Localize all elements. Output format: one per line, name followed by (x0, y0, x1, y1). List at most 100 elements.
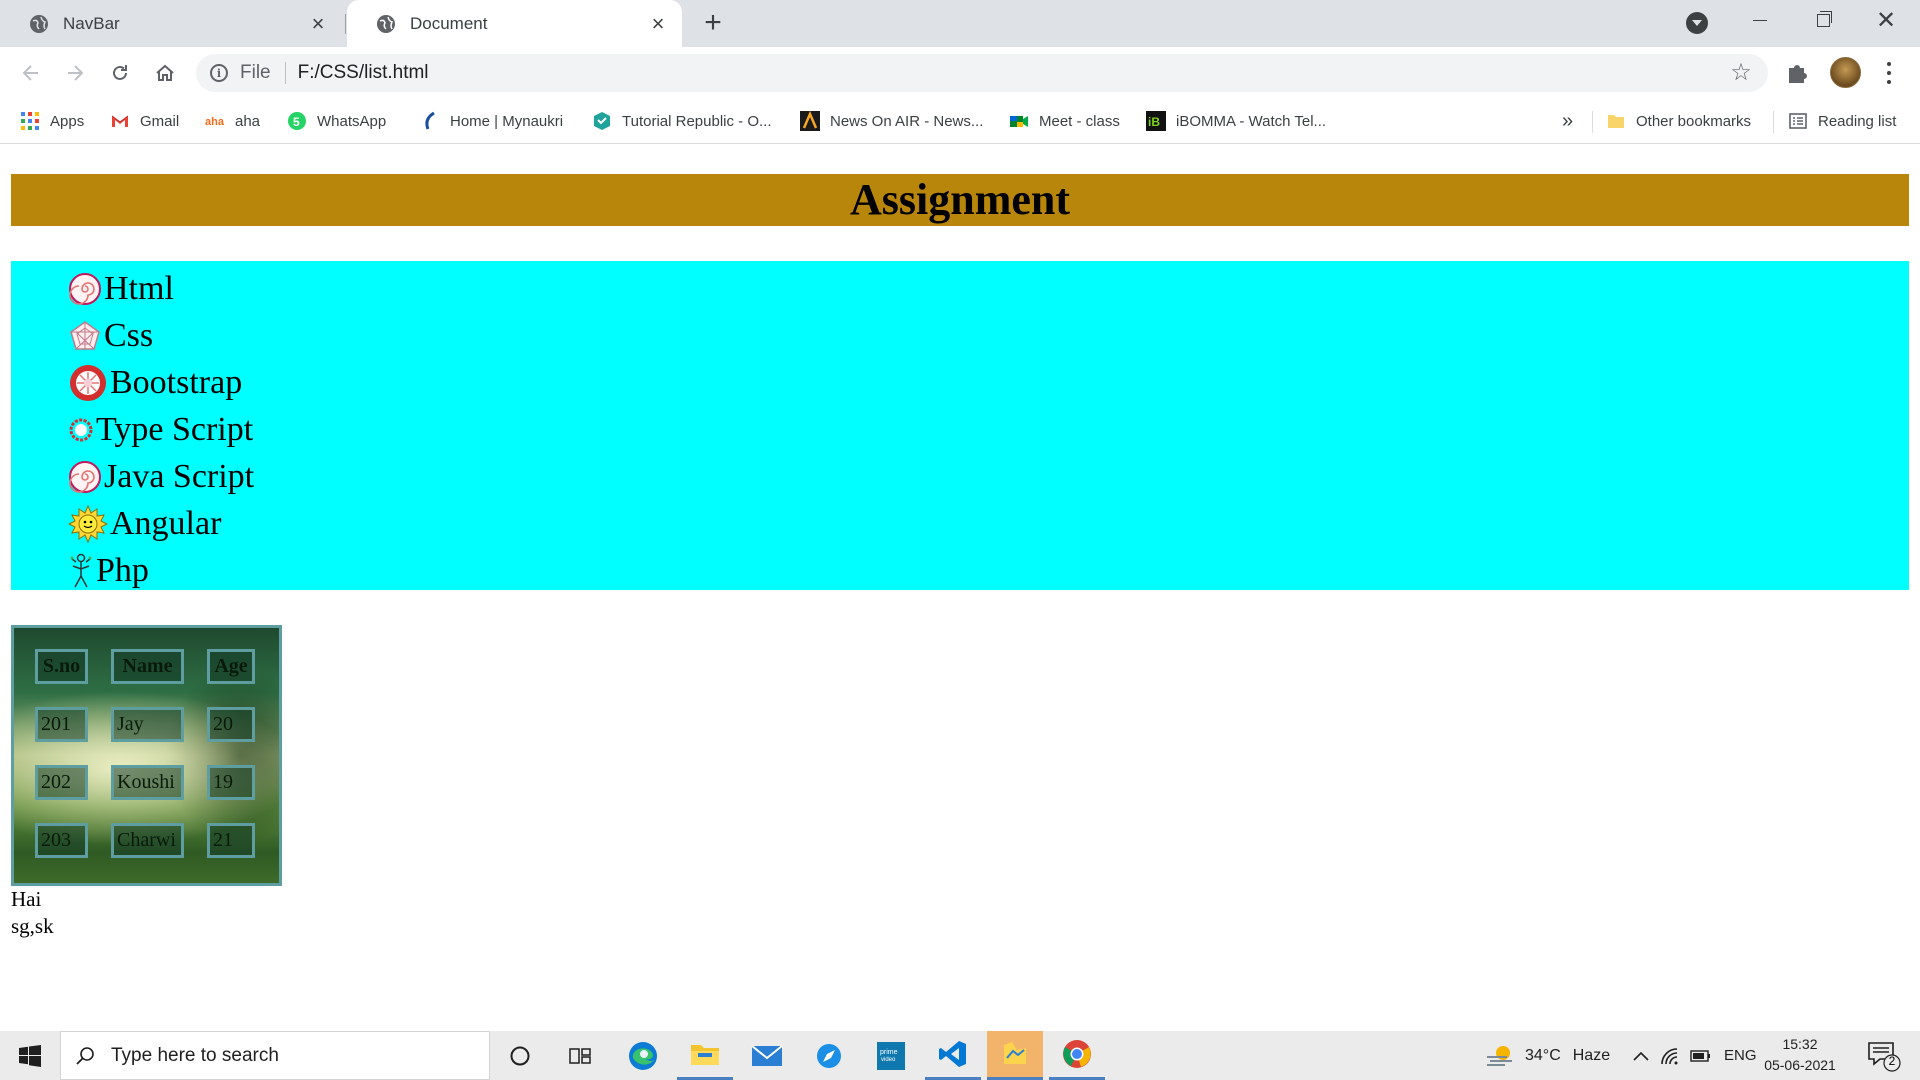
action-center-button[interactable]: 2 (1866, 1039, 1902, 1073)
bookmark-label: Home | Mynaukri (450, 112, 564, 130)
minimize-button[interactable] (1730, 0, 1790, 40)
stick-figure-icon (70, 553, 92, 588)
tab-search-icon[interactable] (1686, 12, 1708, 34)
cortana-circle-icon (510, 1046, 530, 1065)
network-status[interactable] (1660, 1031, 1680, 1080)
tab-separator (345, 14, 346, 34)
edge-icon (629, 1041, 657, 1070)
battery-status[interactable] (1690, 1031, 1712, 1080)
bookmarks-divider (1773, 111, 1774, 133)
yellow-sun-icon (68, 504, 108, 544)
bookmark-label: Apps (50, 112, 85, 130)
taskbar-vscode[interactable] (925, 1031, 981, 1080)
maximize-button[interactable] (1793, 0, 1853, 40)
address-bar[interactable]: i File F:/CSS/list.html ☆ (196, 54, 1768, 92)
weather-condition: Haze (1572, 1046, 1611, 1064)
taskbar-app[interactable] (801, 1031, 857, 1080)
back-button[interactable] (16, 58, 46, 88)
arrow-right-icon (68, 65, 84, 81)
list-item-label: Bootstrap (110, 364, 243, 401)
vscode-icon (939, 1041, 966, 1067)
reload-button[interactable] (105, 58, 135, 88)
list-item-label: Angular (110, 505, 222, 542)
bookmark-label: Other bookmarks (1636, 112, 1752, 130)
clock-date: 05-06-2021 (1764, 1057, 1836, 1073)
table-header: Age (207, 649, 255, 684)
reading-list-button[interactable]: Reading list (1788, 99, 1896, 143)
table-header: S.no (35, 649, 88, 684)
table-header: Name (111, 649, 184, 684)
list-item: Angular (68, 502, 221, 546)
weather-widget[interactable]: 34°C Haze (1485, 1031, 1610, 1080)
extensions-button[interactable] (1784, 60, 1810, 86)
close-icon: ✕ (1875, 6, 1897, 34)
chevron-double-right-icon: » (1562, 109, 1574, 132)
taskbar-clock[interactable]: 15:32 05-06-2021 (1762, 1034, 1838, 1076)
bookmark-whatsapp[interactable]: 5 WhatsApp (287, 99, 386, 143)
taskbar-sticky-app[interactable] (987, 1031, 1043, 1080)
weather-haze-icon (1487, 1045, 1512, 1066)
show-hidden-icons-button[interactable] (1632, 1031, 1650, 1080)
taskbar-prime-video[interactable]: prime video (863, 1031, 919, 1080)
other-bookmarks-folder[interactable]: Other bookmarks (1606, 99, 1751, 143)
close-icon[interactable]: × (308, 11, 328, 36)
forward-button[interactable] (60, 58, 90, 88)
windows-logo-icon (19, 1044, 41, 1067)
tab-label: NavBar (63, 13, 120, 33)
globe-icon (30, 14, 48, 33)
news-on-air-icon (800, 111, 820, 131)
taskbar-chrome[interactable] (1049, 1031, 1105, 1080)
list-item-label: Php (96, 552, 149, 589)
window-close-button[interactable]: ✕ (1856, 0, 1916, 40)
taskbar-mail[interactable] (739, 1031, 795, 1080)
taskbar-edge[interactable] (615, 1031, 671, 1080)
bookmark-tutorial-republic[interactable]: Tutorial Republic - O... (592, 99, 772, 143)
bookmarks-overflow-button[interactable]: » (1562, 99, 1573, 143)
close-icon[interactable]: × (648, 11, 668, 36)
new-tab-button[interactable]: + (698, 8, 728, 39)
bookmark-label: Meet - class (1039, 112, 1120, 130)
chevron-up-icon (1633, 1051, 1649, 1061)
omnibox-divider (284, 62, 286, 84)
list-item: Html (68, 267, 174, 311)
red-flower-badge-icon (70, 365, 106, 401)
profile-avatar[interactable] (1830, 57, 1861, 88)
search-icon (76, 1046, 94, 1065)
tab-navbar[interactable]: NavBar × (0, 0, 342, 47)
language-indicator[interactable]: ENG (1724, 1031, 1757, 1080)
bookmark-label: aha (235, 112, 261, 130)
battery-icon (1690, 1049, 1710, 1062)
cortana-button[interactable] (492, 1031, 548, 1080)
taskbar-file-explorer[interactable] (677, 1031, 733, 1080)
notification-count: 2 (1888, 1054, 1896, 1068)
weather-temp: 34°C (1525, 1046, 1561, 1064)
info-icon[interactable]: i (210, 64, 228, 82)
topic-list: Html Css Bootstrap Type Script Java Scri… (11, 261, 1909, 590)
table-cell: 20 (207, 707, 255, 742)
task-view-button[interactable] (552, 1031, 608, 1080)
bookmark-ibomma[interactable]: iB iBOMMA - Watch Tel... (1146, 99, 1326, 143)
bookmark-mynaukri[interactable]: Home | Mynaukri (420, 99, 563, 143)
apps-grid-icon (21, 112, 39, 130)
tab-document[interactable]: Document × (347, 0, 682, 47)
page-viewport: Assignment Html Css Bootstrap Type Scrip… (0, 145, 1920, 1031)
bookmark-label: Reading list (1818, 112, 1897, 130)
tab-label: Document (410, 13, 488, 33)
more-menu-button[interactable] (1877, 60, 1901, 86)
bookmark-label: iBOMMA - Watch Tel... (1176, 112, 1327, 130)
bookmark-gmail[interactable]: Gmail (110, 99, 179, 143)
star-icon[interactable]: ☆ (1726, 58, 1756, 88)
bookmark-label: Tutorial Republic - O... (622, 112, 772, 130)
start-button[interactable] (0, 1031, 60, 1080)
bookmark-aha[interactable]: aha aha (205, 99, 260, 143)
bookmark-apps[interactable]: Apps (20, 99, 84, 143)
svg-text:iB: iB (1148, 115, 1160, 129)
home-button[interactable] (150, 58, 180, 88)
bookmark-news-on-air[interactable]: News On AIR - News... (800, 99, 983, 143)
mail-icon (751, 1044, 783, 1066)
tab-strip: NavBar × Document × + ✕ (0, 0, 1920, 47)
list-item-label: Html (104, 270, 174, 307)
url-text[interactable]: F:/CSS/list.html (298, 62, 1726, 84)
taskbar-search-box[interactable]: Type here to search (60, 1031, 490, 1080)
bookmark-meet[interactable]: Meet - class (1009, 99, 1120, 143)
